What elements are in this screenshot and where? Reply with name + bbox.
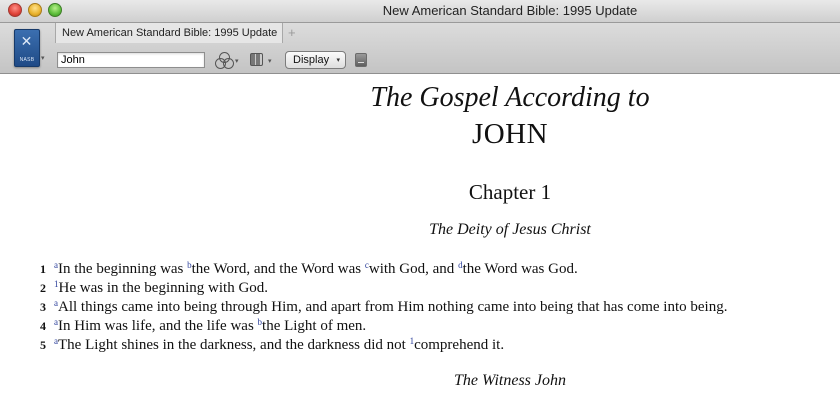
verse-4: 4 aIn Him was life, and the life was bthe… [34,313,834,334]
reference-input[interactable] [57,52,205,68]
section-heading: The Witness John [454,372,566,389]
add-tab-button[interactable]: + [288,25,296,40]
app-window: New American Standard Bible: 1995 Update… [0,0,840,402]
display-button[interactable]: Display ▾ [285,51,346,69]
book-abbreviation: NASB [19,57,35,63]
chevron-down-icon: ▾ [336,57,340,64]
verse-2: 2 1He was in the beginning with God. [34,275,834,296]
bible-book-icon[interactable]: ✕ NASB [14,29,40,67]
verse-list: 1 aIn the beginning was bthe Word, and th… [34,256,834,353]
verse-1: 1 aIn the beginning was bthe Word, and th… [34,256,834,277]
toolbar: ✕ NASB ▾ New American Standard Bible: 19… [0,23,840,74]
title-bar: New American Standard Bible: 1995 Update [0,0,840,23]
tab-nasb[interactable]: New American Standard Bible: 1995 Update [55,23,283,43]
verse-5: 5 aThe Light shines in the darkness, and … [34,332,834,353]
layout-button[interactable]: ▾ [250,51,276,69]
column-layout-icon [250,53,263,66]
cross-mark-icon: ✕ [20,34,33,50]
verse-text: comprehend it. [414,337,505,353]
verse-text: The Light shines in the darkness, and th… [58,337,410,353]
book-menu-caret-icon[interactable]: ▾ [41,54,45,62]
window-title: New American Standard Bible: 1995 Update [382,3,638,18]
chevron-down-icon: ▾ [268,58,272,65]
book-subtitle: The Gospel According to [370,82,650,113]
verse-3: 3 aAll things came into being through Him… [34,294,834,315]
display-button-label: Display [293,54,330,66]
verse-number[interactable]: 5 [34,336,46,355]
chevron-down-icon: ▾ [235,58,239,65]
bible-text-pane: The Gospel According to JOHN Chapter 1 T… [0,74,840,402]
section-heading: The Deity of Jesus Christ [429,221,591,238]
parallel-resources-button[interactable]: ▾ [214,51,242,69]
chapter-heading: Chapter 1 [468,180,552,204]
parallel-resources-icon [214,51,234,69]
book-title: JOHN [471,118,549,150]
notes-icon[interactable] [355,53,367,67]
tab-label: New American Standard Bible: 1995 Update [62,27,278,39]
